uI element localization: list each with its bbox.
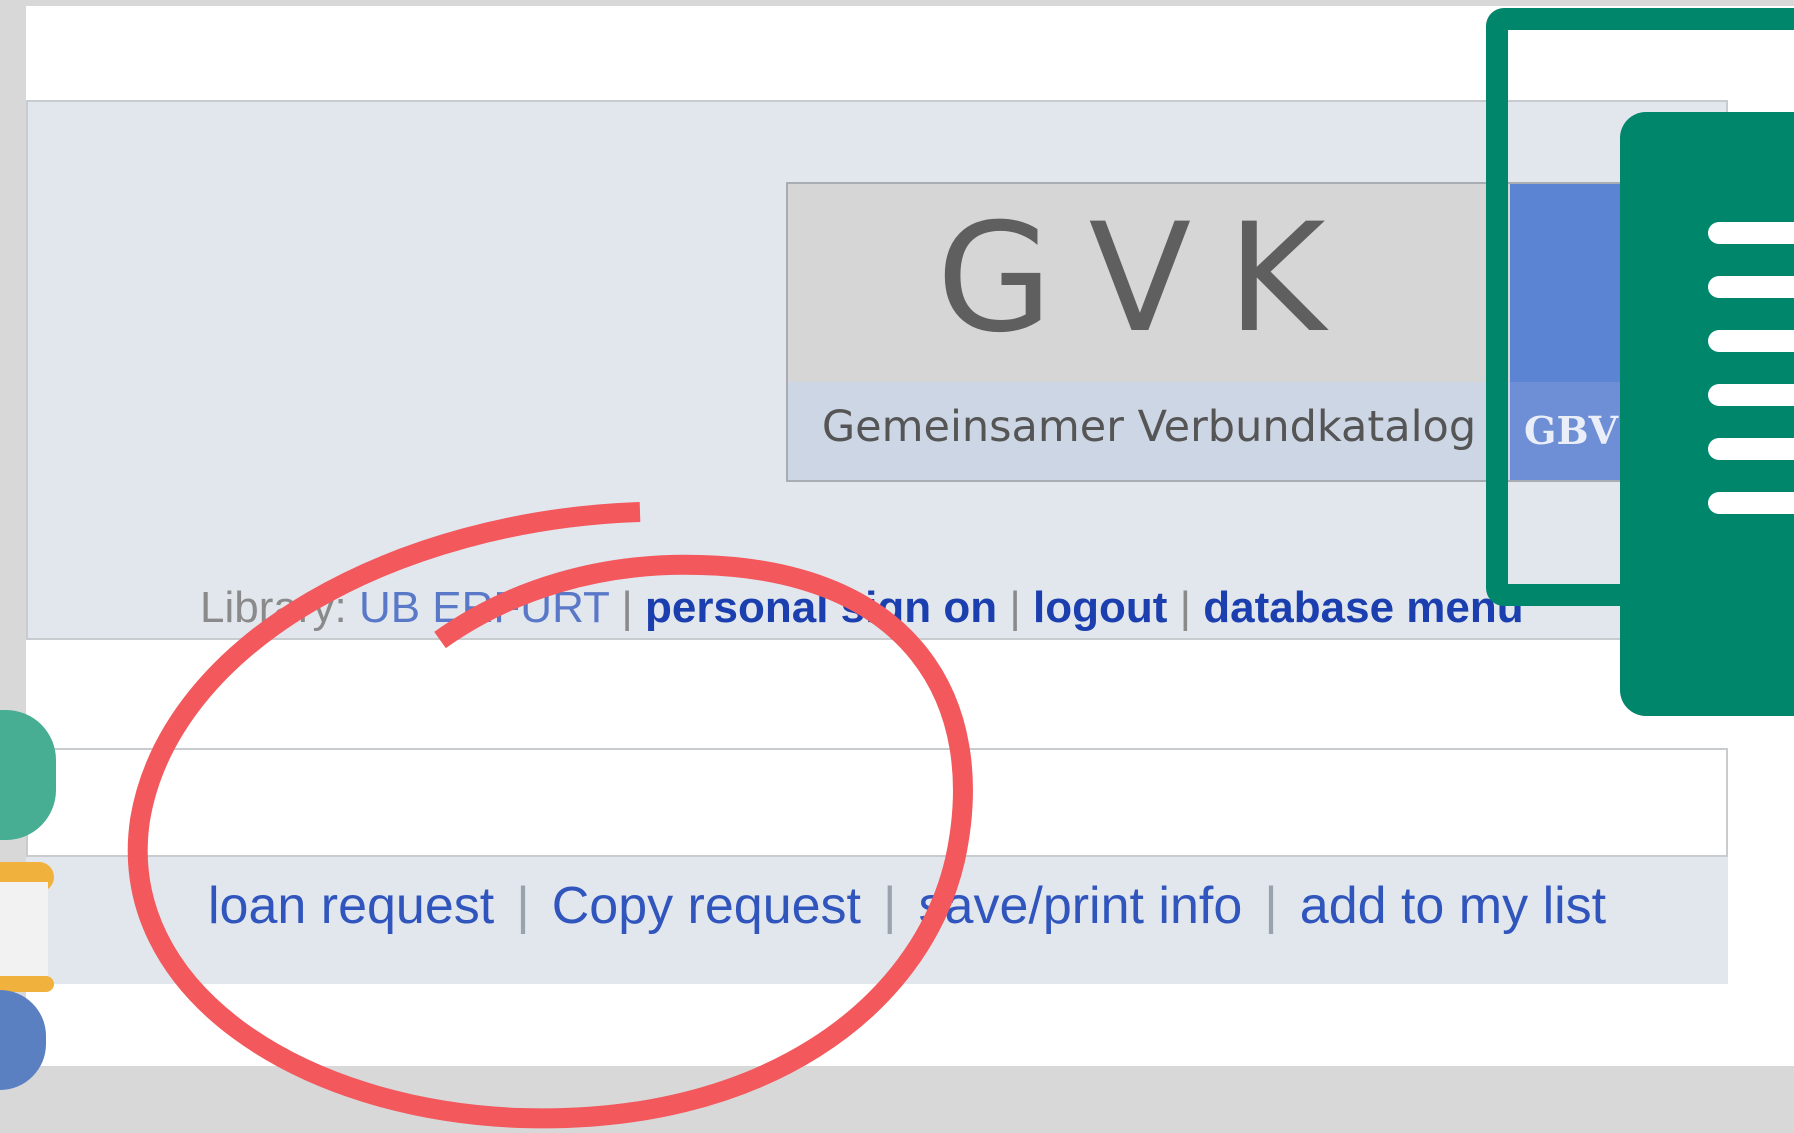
document-page-icon xyxy=(1620,112,1794,716)
action-links: loan request | Copy request | save/print inf… xyxy=(208,880,1606,932)
separator: | xyxy=(516,877,530,935)
personal-sign-on-link[interactable]: personal sign on xyxy=(645,583,997,632)
save-print-info-link[interactable]: save/print info xyxy=(919,877,1243,935)
separator: | xyxy=(621,583,633,632)
add-to-my-list-link[interactable]: add to my list xyxy=(1300,877,1606,935)
copy-request-link[interactable]: Copy request xyxy=(552,877,861,935)
logout-link[interactable]: logout xyxy=(1033,583,1167,632)
book-icon xyxy=(0,882,48,982)
header-links: Library: UB ERFURT | personal sign on | … xyxy=(200,586,1524,630)
document-line-icon xyxy=(1708,276,1794,298)
database-menu-link[interactable]: database menu xyxy=(1203,583,1523,632)
document-line-icon xyxy=(1708,492,1794,514)
separator: | xyxy=(1179,583,1192,632)
logo-letters: GVK xyxy=(936,192,1362,366)
bottom-border xyxy=(0,1066,1794,1133)
document-line-icon xyxy=(1708,330,1794,352)
document-line-icon xyxy=(1708,222,1794,244)
document-line-icon xyxy=(1708,384,1794,406)
loan-request-link[interactable]: loan request xyxy=(208,877,494,935)
separator: | xyxy=(883,877,897,935)
book-icon xyxy=(0,976,54,992)
library-label: Library: xyxy=(200,583,347,632)
logo-subtitle: Gemeinsamer Verbundkatalog xyxy=(821,402,1477,452)
separator: | xyxy=(1009,583,1021,632)
separator: | xyxy=(1264,877,1278,935)
library-name: UB ERFURT xyxy=(358,583,610,632)
document-line-icon xyxy=(1708,438,1794,460)
